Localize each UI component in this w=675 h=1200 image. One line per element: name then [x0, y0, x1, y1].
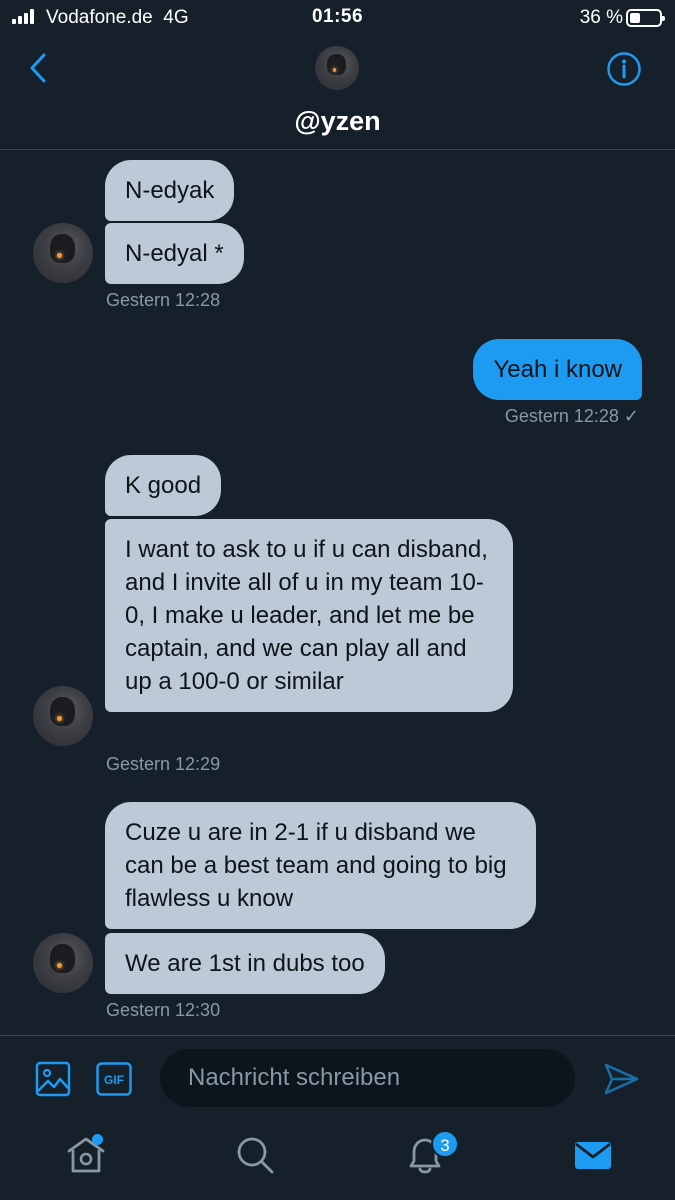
- back-button[interactable]: [24, 50, 54, 86]
- gif-icon: GIF: [96, 1062, 132, 1096]
- message-timestamp: Gestern 12:28: [106, 290, 221, 310]
- message-bubble[interactable]: I want to ask to u if u can disband, and…: [105, 519, 513, 712]
- battery-icon: [626, 9, 665, 27]
- sender-avatar[interactable]: [33, 686, 93, 746]
- home-unread-dot: [92, 1134, 103, 1145]
- conversation-header: @yzen: [0, 36, 675, 150]
- info-button[interactable]: [606, 51, 642, 87]
- notifications-badge: 3: [431, 1130, 459, 1158]
- tab-messages[interactable]: [571, 1133, 615, 1177]
- message-bubble[interactable]: K good: [105, 455, 222, 516]
- message-bubble[interactable]: N-edyak: [105, 160, 235, 221]
- message-input[interactable]: [160, 1049, 575, 1107]
- message-bubble[interactable]: Cuze u are in 2-1 if u disband we can be…: [105, 802, 536, 929]
- message-timestamp: Gestern 12:30: [106, 1000, 221, 1020]
- status-bar: Vodafone.de 4G 01:56 36 %: [0, 0, 675, 36]
- send-icon: [604, 1063, 639, 1095]
- sender-avatar[interactable]: [33, 223, 93, 283]
- message-composer: GIF: [0, 1035, 675, 1121]
- tab-search[interactable]: [233, 1133, 277, 1177]
- add-gif-button[interactable]: GIF: [96, 1062, 132, 1096]
- message-timestamp: Gestern 12:29: [106, 754, 221, 774]
- search-icon: [237, 1137, 274, 1174]
- conversation-title[interactable]: @yzen: [0, 106, 675, 137]
- sender-avatar[interactable]: [33, 933, 93, 993]
- message-bubble[interactable]: We are 1st in dubs too: [105, 933, 385, 994]
- add-photo-button[interactable]: [35, 1061, 71, 1097]
- image-icon: [35, 1061, 71, 1097]
- tab-bar: 3: [0, 1121, 675, 1200]
- svg-text:GIF: GIF: [104, 1073, 124, 1087]
- battery-percent: 36 %: [579, 7, 623, 28]
- send-button[interactable]: [602, 1060, 640, 1098]
- info-icon: [607, 52, 641, 86]
- message-bubble[interactable]: Yeah i know: [473, 339, 642, 400]
- mail-icon: [575, 1142, 611, 1169]
- message-timestamp: Gestern 12:28 ✓: [504, 406, 639, 426]
- chevron-left-icon: [30, 53, 46, 83]
- conversation-avatar[interactable]: [315, 46, 359, 90]
- message-bubble[interactable]: N-edyal *: [105, 223, 244, 284]
- clock: 01:56: [311, 6, 364, 27]
